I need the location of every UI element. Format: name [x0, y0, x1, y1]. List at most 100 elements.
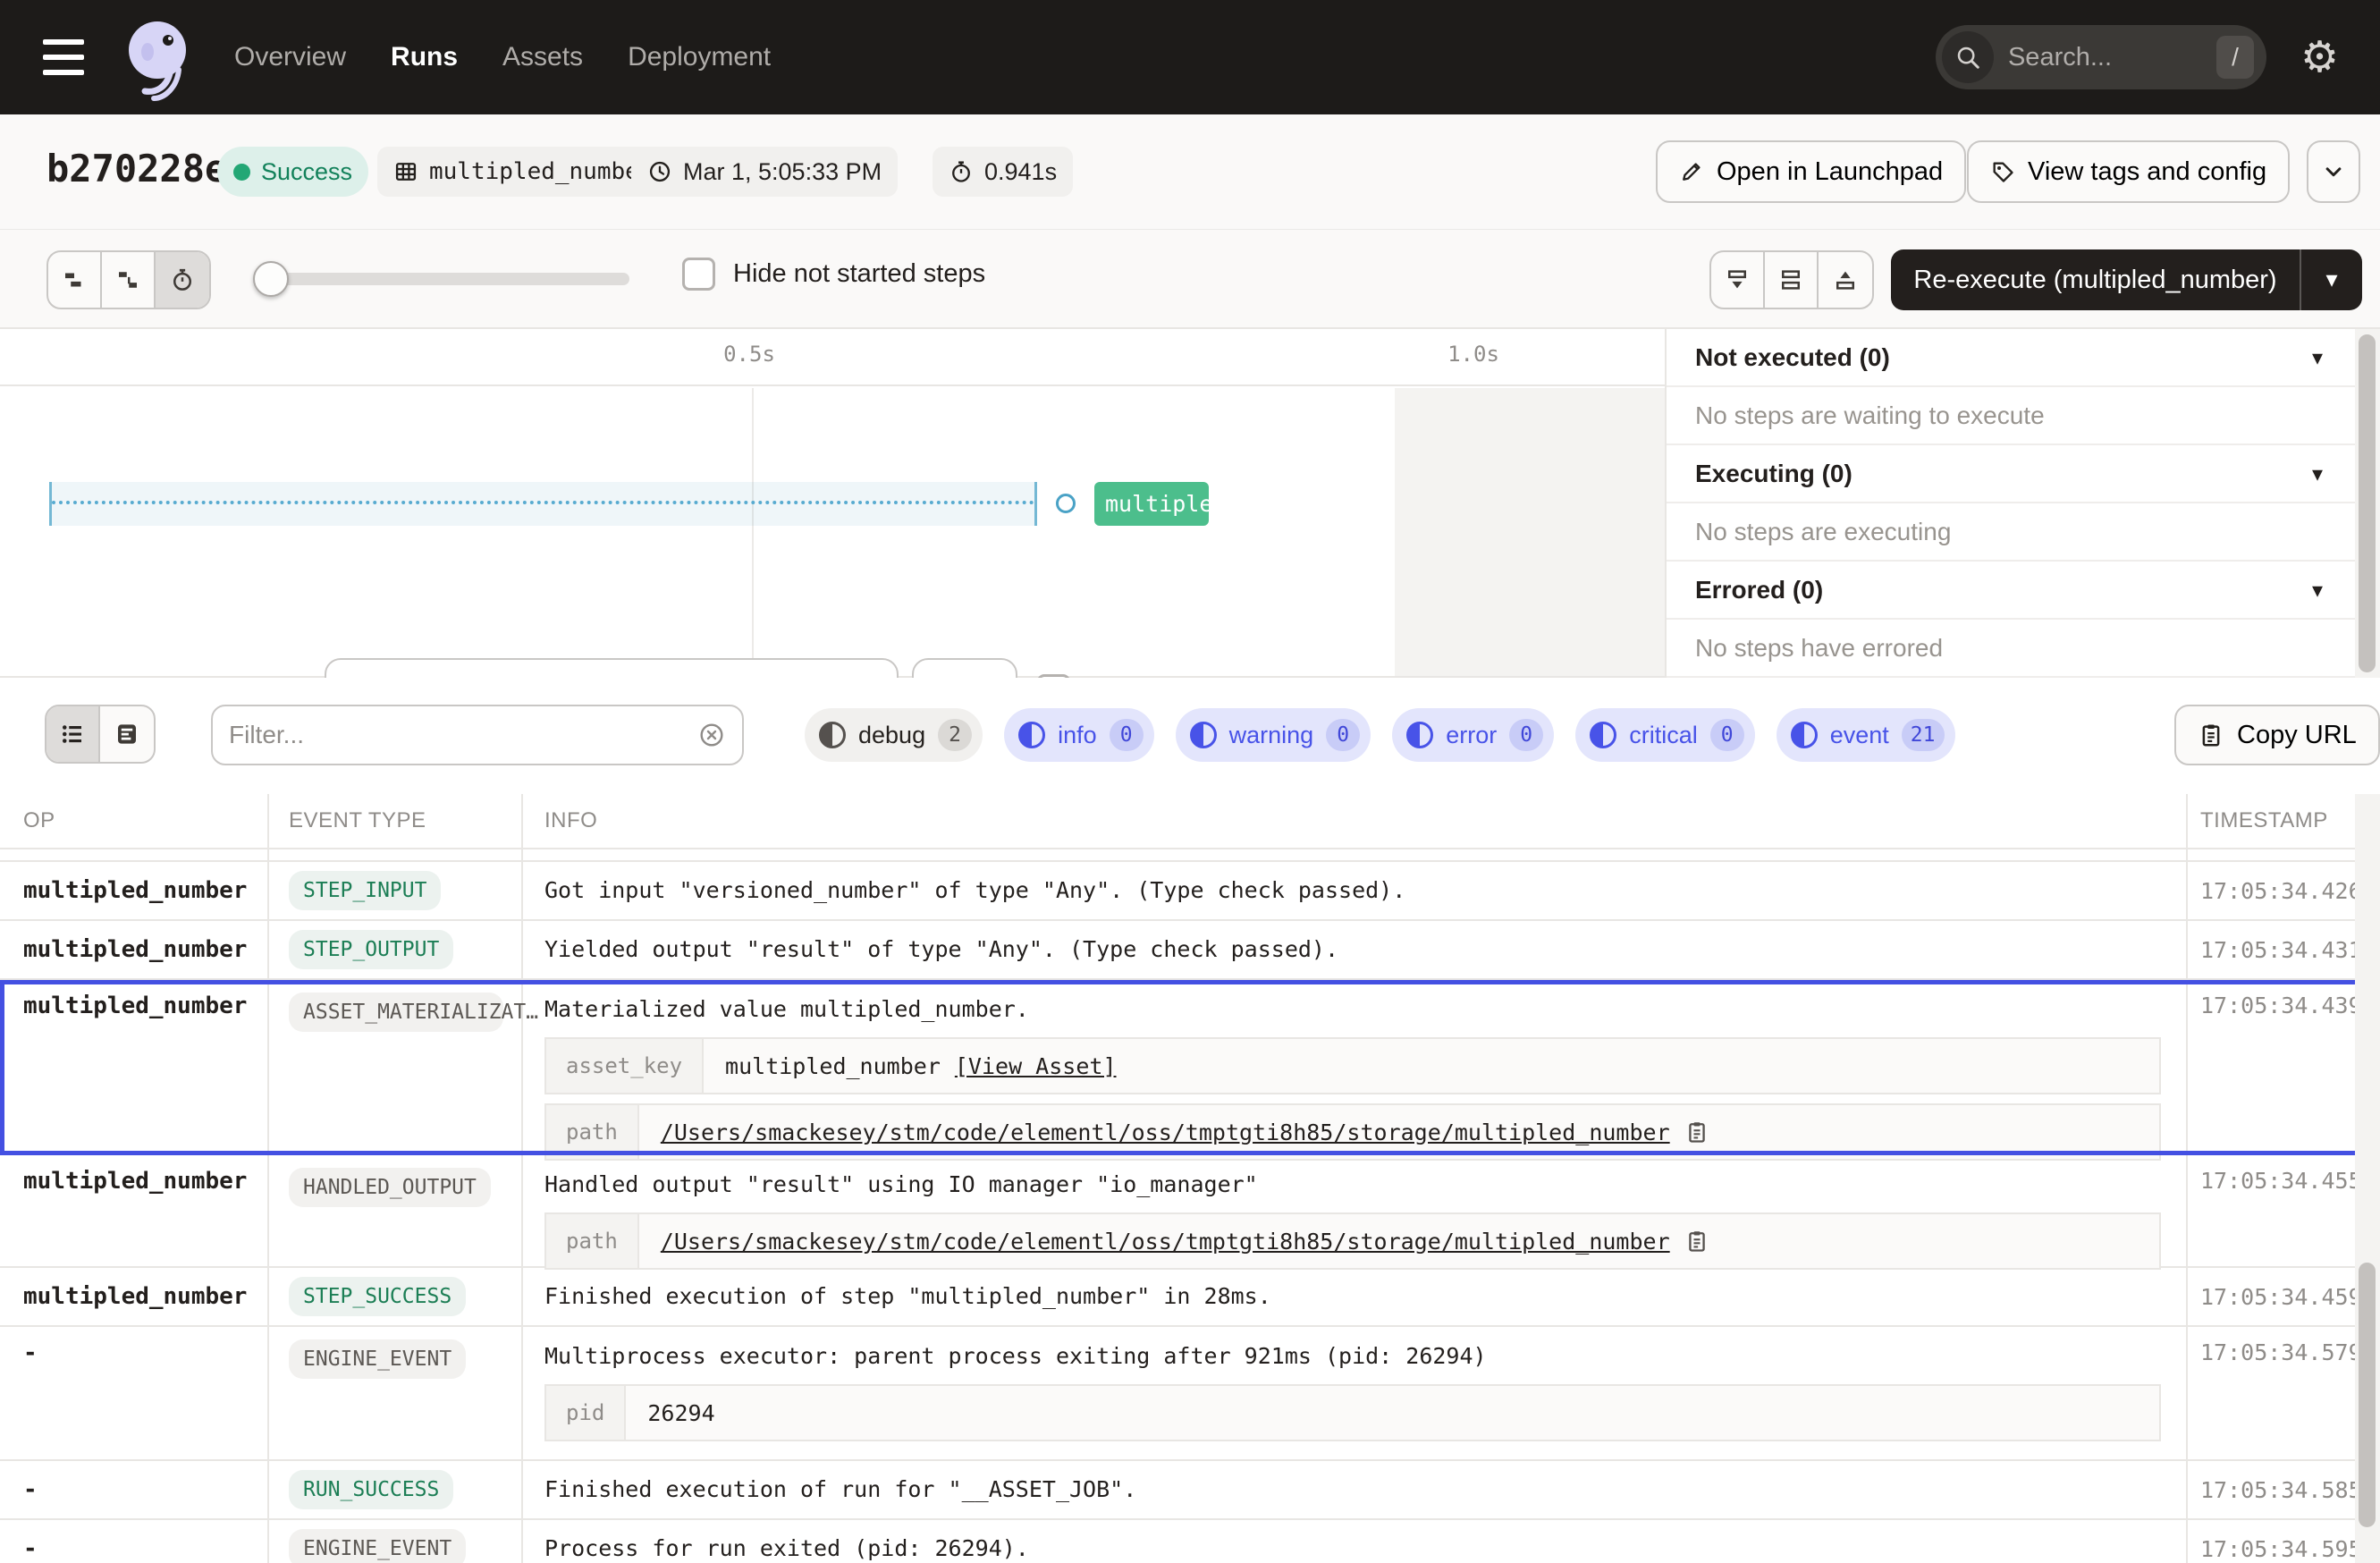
- status-badge: Success: [217, 147, 368, 197]
- metadata-row: path /Users/smackesey/stm/code/elementl/…: [544, 1103, 2161, 1161]
- panel-scrollbar-thumb[interactable]: [2359, 334, 2376, 672]
- toggle-warning[interactable]: warning 0: [1176, 708, 1371, 762]
- dagster-logo-icon[interactable]: [114, 13, 200, 102]
- count-badge: 2: [938, 719, 972, 751]
- table-row[interactable]: multipled_number HANDLED_OUTPUT Handled …: [0, 1155, 2380, 1268]
- start-time-tag: Mar 1, 5:05:33 PM: [631, 147, 898, 197]
- collapse-up-icon[interactable]: [1819, 252, 1872, 308]
- copy-path-icon[interactable]: [1684, 1229, 1709, 1254]
- table-row[interactable]: - RUN_SUCCESS Finished execution of run …: [0, 1461, 2380, 1520]
- toggle-error[interactable]: error 0: [1392, 708, 1554, 762]
- gantt-gridline: [752, 388, 754, 676]
- success-dot-icon: [233, 164, 250, 181]
- duration-tag: 0.941s: [933, 147, 1073, 197]
- collapse-down-icon[interactable]: [1711, 252, 1765, 308]
- path-link[interactable]: /Users/smackesey/stm/code/elementl/oss/t…: [661, 1229, 1670, 1255]
- event-type-badge: STEP_INPUT: [289, 871, 441, 910]
- event-type-badge: STEP_OUTPUT: [289, 930, 453, 969]
- log-list-view-icon[interactable]: [46, 706, 100, 762]
- settings-gear-icon[interactable]: ⚙: [2300, 32, 2339, 82]
- dependency-dashed-line: [52, 501, 1034, 504]
- nav-overview[interactable]: Overview: [234, 42, 346, 72]
- search-shortcut-badge: /: [2216, 36, 2254, 79]
- clear-filter-icon[interactable]: [697, 721, 726, 749]
- event-type-badge: STEP_SUCCESS: [289, 1277, 466, 1316]
- view-flat-icon[interactable]: [48, 252, 102, 308]
- section-errored[interactable]: Errored (0) ▾: [1667, 562, 2355, 620]
- open-in-launchpad-button[interactable]: Open in Launchpad: [1656, 140, 1966, 203]
- tick-label: 1.0s: [1433, 342, 1514, 367]
- view-tags-config-button[interactable]: View tags and config: [1967, 140, 2290, 203]
- table-row[interactable]: - ENGINE_EVENT Process for run exited (p…: [0, 1520, 2380, 1563]
- step-waiting-band: [49, 482, 1037, 526]
- log-scrollbar-thumb[interactable]: [2359, 1263, 2376, 1527]
- col-event-type: EVENT TYPE: [269, 794, 523, 848]
- reexecute-button[interactable]: Re-execute (multipled_number) ▾: [1891, 249, 2362, 310]
- global-search[interactable]: /: [1936, 25, 2266, 89]
- metadata-row: pid 26294: [544, 1384, 2161, 1441]
- zoom-slider-handle[interactable]: [253, 261, 289, 297]
- run-header: b270228e Success multipled_number Mar 1,…: [0, 114, 2380, 230]
- copy-url-button[interactable]: Copy URL: [2174, 705, 2380, 765]
- section-executing-empty: No steps are executing: [1667, 503, 2355, 562]
- table-row-partial: [0, 849, 2380, 862]
- chevron-down-icon: [2320, 158, 2347, 185]
- toggle-event[interactable]: event 21: [1777, 708, 1955, 762]
- log-filter-field: [211, 705, 744, 765]
- col-timestamp: TIMESTAMP: [2186, 794, 2378, 848]
- log-level-toggles: debug 2 info 0 warning 0 error 0 critica…: [805, 708, 1955, 762]
- caret-down-icon: ▾: [2312, 578, 2323, 603]
- primary-nav: Overview Runs Assets Deployment: [234, 42, 771, 72]
- section-executing[interactable]: Executing (0) ▾: [1667, 445, 2355, 503]
- view-asset-link[interactable]: [View Asset]: [955, 1053, 1117, 1079]
- menu-icon[interactable]: [43, 39, 89, 75]
- count-badge: 0: [1509, 719, 1543, 751]
- copy-path-icon[interactable]: [1684, 1119, 1709, 1145]
- view-timed-icon[interactable]: [156, 252, 209, 308]
- col-info: INFO: [523, 794, 2188, 848]
- hide-not-started-checkbox[interactable]: [682, 258, 715, 291]
- zoom-slider-track[interactable]: [261, 273, 629, 285]
- nav-runs[interactable]: Runs: [391, 42, 458, 72]
- table-header: OP EVENT TYPE INFO TIMESTAMP: [0, 794, 2380, 849]
- search-input[interactable]: [2008, 43, 2160, 72]
- table-row[interactable]: multipled_number STEP_INPUT Got input "v…: [0, 862, 2380, 921]
- gantt-chart: 0.5s 1.0s multiple…: [0, 329, 1665, 676]
- toggle-icon: [1590, 722, 1616, 748]
- pencil-icon: [1679, 159, 1704, 184]
- nav-deployment[interactable]: Deployment: [628, 42, 771, 72]
- metadata-row: path /Users/smackesey/stm/code/elementl/…: [544, 1212, 2161, 1270]
- tag-icon: [1990, 159, 2015, 184]
- run-visualization: 0.5s 1.0s multiple…: [0, 329, 2380, 678]
- event-type-badge: ENGINE_EVENT: [289, 1529, 466, 1563]
- toggle-debug[interactable]: debug 2: [805, 708, 983, 762]
- table-row[interactable]: multipled_number STEP_SUCCESS Finished e…: [0, 1268, 2380, 1327]
- asset-tag[interactable]: multipled_number: [377, 147, 669, 197]
- path-link[interactable]: /Users/smackesey/stm/code/elementl/oss/t…: [661, 1119, 1670, 1145]
- view-waterfall-icon[interactable]: [102, 252, 156, 308]
- run-actions-chevron-button[interactable]: [2307, 140, 2360, 203]
- reexecute-dropdown-caret[interactable]: ▾: [2300, 249, 2362, 310]
- log-structured-view-icon[interactable]: [100, 706, 154, 762]
- section-errored-empty: No steps have errored: [1667, 620, 2355, 678]
- top-navbar: Overview Runs Assets Deployment / ⚙: [0, 0, 2380, 114]
- log-filter-input[interactable]: [229, 721, 697, 749]
- toggle-critical[interactable]: critical 0: [1575, 708, 1755, 762]
- section-not-executed[interactable]: Not executed (0) ▾: [1667, 329, 2355, 387]
- gantt-toolbar: Hide not started steps Re-execute (multi…: [0, 230, 2380, 329]
- toggle-info[interactable]: info 0: [1004, 708, 1154, 762]
- table-row-selected[interactable]: multipled_number ASSET_MATERIALIZAT… Mat…: [0, 980, 2380, 1155]
- run-id: b270228e: [46, 147, 227, 190]
- panel-layout-group: [1709, 250, 1874, 309]
- count-badge: 0: [1110, 719, 1144, 751]
- event-log-table: OP EVENT TYPE INFO TIMESTAMP multipled_n…: [0, 794, 2380, 1563]
- col-op: OP: [0, 794, 269, 848]
- table-row[interactable]: multipled_number STEP_OUTPUT Yielded out…: [0, 921, 2380, 980]
- table-row[interactable]: - ENGINE_EVENT Multiprocess executor: pa…: [0, 1327, 2380, 1461]
- split-panels-icon[interactable]: [1765, 252, 1819, 308]
- count-badge: 0: [1710, 719, 1744, 751]
- gantt-step-bar[interactable]: multiple…: [1094, 482, 1209, 526]
- grid-icon: [393, 159, 418, 184]
- nav-assets[interactable]: Assets: [502, 42, 583, 72]
- clipboard-icon: [2198, 722, 2224, 748]
